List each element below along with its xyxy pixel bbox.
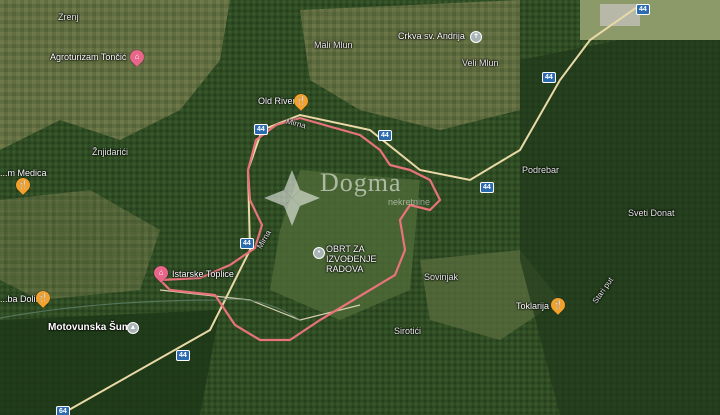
road-shield-44-f[interactable]: 44 bbox=[240, 238, 254, 249]
place-label-sovinjak[interactable]: Sovinjak bbox=[424, 272, 458, 283]
poi-label-agroturizam[interactable]: Agroturizam Tončić bbox=[50, 52, 126, 63]
business-icon[interactable]: • bbox=[313, 247, 325, 259]
watermark-logo-icon bbox=[264, 170, 320, 226]
poi-label-toklarija[interactable]: Toklarija bbox=[516, 301, 549, 312]
place-label-sirotici[interactable]: Sirotići bbox=[394, 326, 421, 337]
place-label-sveti-donat[interactable]: Sveti Donat bbox=[628, 208, 675, 219]
road-shield-44-c[interactable]: 44 bbox=[480, 182, 494, 193]
road-shield-44-b[interactable]: 44 bbox=[378, 130, 392, 141]
hotel-pin-icon[interactable]: ⌂ bbox=[127, 47, 147, 67]
place-label-veli-mlun[interactable]: Veli Mlun bbox=[462, 58, 499, 69]
road-shield-44-d[interactable]: 44 bbox=[542, 72, 556, 83]
restaurant-pin-icon[interactable]: 🍴 bbox=[291, 91, 311, 111]
restaurant-pin-icon-2[interactable]: 🍴 bbox=[13, 175, 33, 195]
place-label-podrebar[interactable]: Podrebar bbox=[522, 165, 559, 176]
road-shield-44[interactable]: 44 bbox=[254, 124, 268, 135]
place-label-mali-mlun[interactable]: Mali Mlun bbox=[314, 40, 353, 51]
place-label-zrenj[interactable]: Zrenj bbox=[58, 12, 79, 23]
place-label-motovunska-suma[interactable]: Motovunska Šuma bbox=[48, 322, 136, 333]
forest-icon[interactable]: ▲ bbox=[127, 322, 139, 334]
poi-label-crkva[interactable]: Crkva sv. Andrija bbox=[398, 31, 465, 42]
poi-label-istarske-toplice[interactable]: Istarske Toplice bbox=[172, 269, 234, 280]
church-icon[interactable]: ✝ bbox=[470, 31, 482, 43]
restaurant-pin-icon-4[interactable]: 🍴 bbox=[548, 295, 568, 315]
poi-label-obrt[interactable]: OBRT ZA IZVOĐENJE RADOVA bbox=[326, 244, 414, 274]
hotel-pin-icon-2[interactable]: ⌂ bbox=[151, 263, 171, 283]
watermark-sub: nekretnine bbox=[388, 197, 431, 207]
map-view[interactable]: Dogma nekretnine Zrenj Agroturizam Tonči… bbox=[0, 0, 720, 415]
place-label-znjidarici[interactable]: Žnjidarići bbox=[92, 147, 128, 158]
road-shield-64[interactable]: 64 bbox=[56, 406, 70, 415]
poi-label-old-river[interactable]: Old River bbox=[258, 96, 296, 107]
road-shield-44-g[interactable]: 44 bbox=[176, 350, 190, 361]
watermark-brand: Dogma bbox=[320, 168, 402, 197]
road-shield-44-e[interactable]: 44 bbox=[636, 4, 650, 15]
restaurant-pin-icon-3[interactable]: 🍴 bbox=[33, 288, 53, 308]
